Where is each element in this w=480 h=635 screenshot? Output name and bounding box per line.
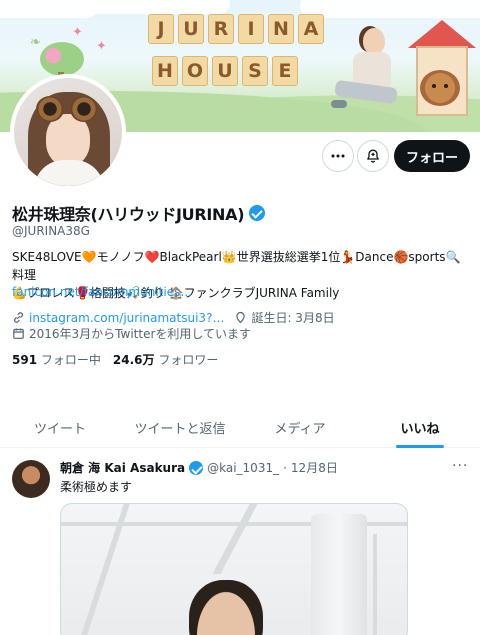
more-button[interactable] <box>322 140 354 172</box>
followers-label: フォロワー <box>158 353 219 367</box>
profile-tabs: ツイート ツイートと返信 メディア いいね <box>0 410 480 448</box>
website-item[interactable]: instagram.com/jurinamatsui3?… <box>12 311 224 325</box>
tab-tweets-and-replies[interactable]: ツイートと返信 <box>120 410 240 447</box>
display-name: 松井珠理奈(ハリウッドJURINA) <box>12 205 245 224</box>
tweet-author-name[interactable]: 朝倉 海 Kai Asakura <box>60 459 185 476</box>
leaf-icon: ❧ <box>30 35 41 50</box>
title-letter: R <box>208 14 234 44</box>
bird-icon: ✦ <box>72 25 83 40</box>
profile-handle: @JURINA38G <box>12 224 90 238</box>
title-letter: O <box>182 56 208 86</box>
profile-avatar[interactable] <box>10 74 126 190</box>
calendar-icon <box>13 328 24 339</box>
following-count: 591 <box>12 353 38 367</box>
cloud <box>70 0 230 14</box>
followers-link[interactable]: 24.6万 フォロワー <box>113 351 218 368</box>
bell-plus-icon <box>367 149 379 163</box>
sitting-person-illustration <box>331 28 405 124</box>
tree-icon <box>40 42 84 76</box>
tab-tweets[interactable]: ツイート <box>0 410 120 447</box>
tweet-author-handle[interactable]: @kai_1031_ <box>207 461 279 475</box>
title-letter: I <box>238 14 264 44</box>
banner-title-line-1: J U R I N A <box>148 14 324 44</box>
banner-title-line-2: H O U S E <box>152 56 298 86</box>
title-letter: U <box>212 56 238 86</box>
title-letter: E <box>272 56 298 86</box>
title-letter: S <box>242 56 268 86</box>
verified-badge-icon <box>189 460 204 475</box>
tweet-media-image[interactable] <box>60 503 408 635</box>
tweet-more-icon[interactable]: ··· <box>452 458 468 474</box>
title-letter: J <box>148 14 174 44</box>
tab-media[interactable]: メディア <box>240 410 360 447</box>
bio-link[interactable]: fanicon.net/fancommunities… <box>12 285 192 299</box>
following-label: フォロー中 <box>40 353 101 367</box>
profile-name-row: 松井珠理奈(ハリウッドJURINA) <box>12 201 266 225</box>
title-letter: U <box>178 14 204 44</box>
tweet-date[interactable]: 12月8日 <box>291 459 338 476</box>
link-icon <box>14 312 23 323</box>
location-pin-icon <box>236 311 246 324</box>
more-horizontal-icon <box>331 154 345 158</box>
bird-icon: ✦ <box>96 39 107 54</box>
following-link[interactable]: 591 フォロー中 <box>12 351 101 368</box>
website-link[interactable]: instagram.com/jurinamatsui3?… <box>29 311 224 325</box>
dog-illustration <box>420 70 460 106</box>
title-letter: N <box>268 14 294 44</box>
birthday-text: 誕生日: 3月8日 <box>251 311 335 325</box>
avatar-photo <box>14 78 122 186</box>
profile-meta: instagram.com/jurinamatsui3?… 誕生日: 3月8日 <box>12 309 335 326</box>
joined-text: 2016年3月からTwitterを利用しています <box>29 327 252 341</box>
follow-stats: 591 フォロー中 24.6万 フォロワー <box>12 351 218 368</box>
birthday-item: 誕生日: 3月8日 <box>234 309 335 326</box>
tweet-text: 柔術極めます <box>60 480 133 494</box>
separator-dot: · <box>283 460 287 475</box>
tab-likes[interactable]: いいね <box>360 410 480 447</box>
person-photo <box>189 580 263 635</box>
followers-count: 24.6万 <box>112 353 155 367</box>
title-letter: A <box>298 14 324 44</box>
follow-button[interactable]: フォロー <box>394 140 470 172</box>
bio-line: SKE48LOVE🧡モノノフ❤️BlackPearl👑世界選抜総選挙1位💃Dan… <box>12 250 461 282</box>
notifications-button[interactable] <box>357 140 389 172</box>
cloud <box>300 0 480 18</box>
verified-badge-icon[interactable] <box>249 205 266 221</box>
tweet-header: 朝倉 海 Kai Asakura @kai_1031_ · 12月8日 <box>60 459 338 476</box>
title-letter: H <box>152 56 178 86</box>
joined-row: 2016年3月からTwitterを利用しています <box>12 325 251 342</box>
tweet-author-avatar[interactable] <box>12 460 50 498</box>
